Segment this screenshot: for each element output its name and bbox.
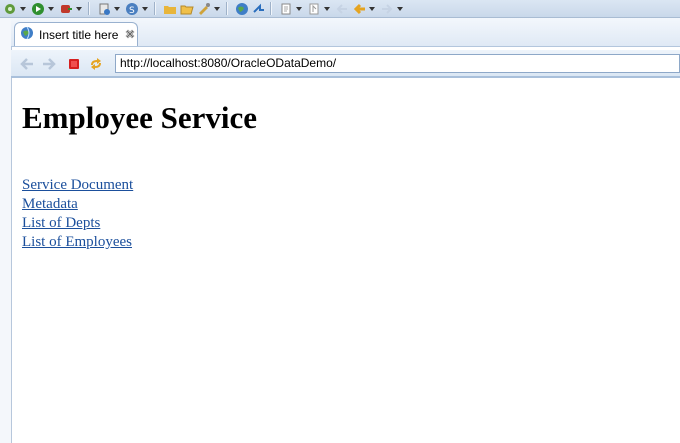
close-icon[interactable] [125, 29, 135, 41]
back-dropdown-icon[interactable] [369, 6, 375, 11]
toolbar-separator [88, 2, 90, 15]
forward-icon[interactable] [380, 1, 394, 16]
toolbar-separator [270, 2, 272, 15]
run-dropdown-icon[interactable] [48, 6, 54, 11]
back-arrow-icon[interactable] [352, 1, 366, 16]
next-annotation-icon[interactable] [307, 1, 321, 16]
back-icon[interactable] [19, 56, 35, 70]
new-server-dropdown-icon[interactable] [114, 6, 120, 11]
refresh-icon[interactable] [88, 56, 104, 70]
new-server-icon[interactable] [97, 1, 111, 16]
navigate-icon[interactable] [252, 1, 266, 16]
toolbar-separator [226, 2, 228, 15]
url-input[interactable]: http://localhost:8080/OracleODataDemo/ [115, 54, 680, 73]
main-toolbar: S [0, 0, 680, 18]
globe-icon [20, 25, 34, 44]
address-bar: http://localhost:8080/OracleODataDemo/ [11, 50, 680, 78]
external-tools-dropdown-icon[interactable] [76, 6, 82, 11]
link-list: Service Document Metadata List of Depts … [22, 176, 257, 252]
link-metadata[interactable]: Metadata [22, 195, 257, 214]
open-folder-icon[interactable] [163, 1, 177, 16]
next-annotation-dropdown-icon[interactable] [324, 6, 330, 11]
left-gutter [0, 18, 12, 443]
web-service-icon[interactable]: S [125, 1, 139, 16]
forward-dropdown-icon[interactable] [397, 6, 403, 11]
open-file-icon[interactable] [180, 1, 194, 16]
external-tools-icon[interactable] [59, 1, 73, 16]
edit-dropdown-icon[interactable] [296, 6, 302, 11]
build-icon[interactable] [197, 1, 211, 16]
build-dropdown-icon[interactable] [214, 6, 220, 11]
back-icon[interactable] [335, 1, 349, 16]
tab-browser[interactable]: Insert title here [14, 22, 138, 46]
web-service-dropdown-icon[interactable] [142, 6, 148, 11]
forward-icon[interactable] [41, 56, 57, 70]
stop-icon[interactable] [66, 56, 82, 70]
link-list-of-depts[interactable]: List of Depts [22, 214, 257, 233]
run-icon[interactable] [31, 1, 45, 16]
globe-icon[interactable] [235, 1, 249, 16]
toolbar-separator [154, 2, 156, 15]
tab-title: Insert title here [39, 27, 119, 42]
debug-icon[interactable] [3, 1, 17, 16]
link-list-of-employees[interactable]: List of Employees [22, 233, 257, 252]
edit-icon[interactable] [279, 1, 293, 16]
editor-tabbar: Insert title here [11, 18, 680, 47]
link-service-document[interactable]: Service Document [22, 176, 257, 195]
page-title: Employee Service [22, 100, 258, 135]
svg-text:S: S [129, 6, 135, 16]
debug-dropdown-icon[interactable] [20, 6, 26, 11]
page-content: Employee Service Service Document Metada… [22, 96, 257, 252]
